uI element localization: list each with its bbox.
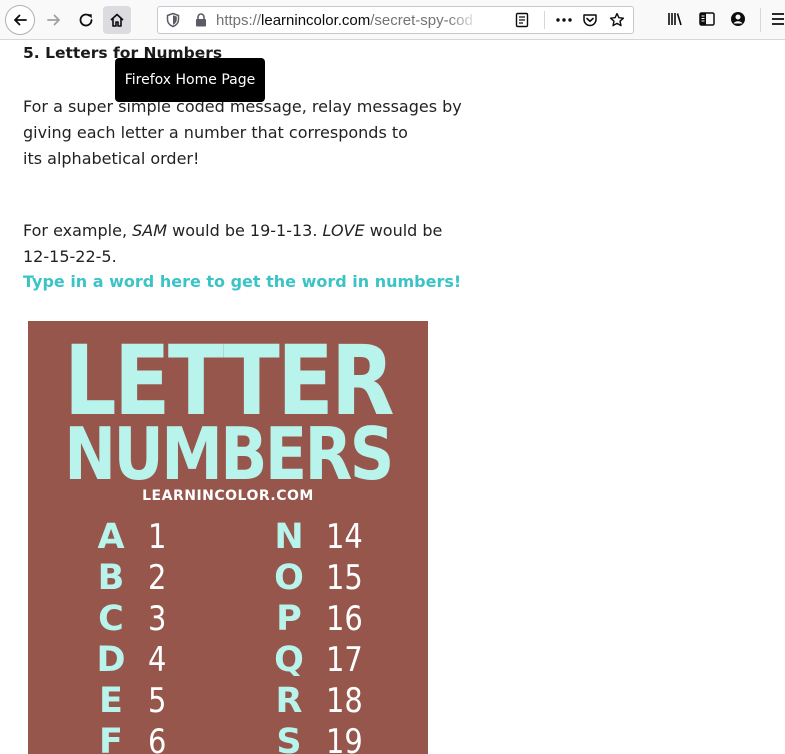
letter: R <box>275 681 303 721</box>
back-arrow-icon <box>14 14 27 26</box>
url-bar[interactable]: https://learnincolor.com/secret-spy-cod <box>157 6 634 34</box>
letter: O <box>274 558 304 598</box>
letter: C <box>98 599 124 639</box>
letter: F <box>99 722 123 754</box>
url-text[interactable]: https://learnincolor.com/secret-spy-cod <box>216 12 478 30</box>
letter: Q <box>274 640 304 680</box>
infographic-site: LEARNINCOLOR.COM <box>142 488 314 504</box>
intro-line: giving each letter a number that corresp… <box>23 123 408 142</box>
letter-number: 19 <box>326 722 363 754</box>
example-word-love: LOVE <box>322 221 365 240</box>
example-text: For example, <box>23 221 133 240</box>
url-fade <box>448 10 480 30</box>
letter-numbers-infographic: LETTER NUMBERS LEARNINCOLOR.COM A 1 B 2 … <box>28 321 428 754</box>
tracking-protection-shield-icon[interactable] <box>165 12 181 28</box>
letter: N <box>274 517 304 557</box>
url-scheme: https:// <box>216 12 262 29</box>
letter: E <box>99 681 123 721</box>
letter-number: 15 <box>326 558 363 598</box>
hamburger-menu-icon[interactable] <box>770 10 785 28</box>
letter-number: 5 <box>148 681 167 721</box>
library-icon[interactable] <box>666 10 684 28</box>
url-host: learnincolor.com <box>261 12 371 29</box>
letter: P <box>276 599 302 639</box>
example-text: would be 19-1-13. <box>167 221 323 240</box>
letter: D <box>96 640 126 680</box>
letter: A <box>97 517 125 557</box>
account-icon[interactable] <box>729 10 747 28</box>
letter-number: 16 <box>326 599 363 639</box>
url-divider <box>544 11 545 29</box>
letter-number: 17 <box>326 640 363 680</box>
letter-number: 14 <box>326 517 363 557</box>
reload-icon <box>79 13 93 27</box>
letter-number: 3 <box>148 599 167 639</box>
page-content: 5. Letters for Numbers For a super simpl… <box>0 40 785 754</box>
browser-toolbar: https://learnincolor.com/secret-spy-cod <box>0 0 785 40</box>
forward-button[interactable] <box>40 6 68 34</box>
reload-button[interactable] <box>72 6 100 34</box>
page-actions-menu-icon[interactable] <box>555 12 573 28</box>
letter-number: 2 <box>148 558 167 598</box>
intro-line: its alphabetical order! <box>23 149 200 168</box>
example-paragraph: For example, SAM would be 19-1-13. LOVE … <box>23 218 443 270</box>
infographic-title-line2: NUMBERS <box>64 412 394 496</box>
example-text: would be <box>364 221 443 240</box>
home-button-tooltip: Firefox Home Page <box>115 58 265 102</box>
example-line: 12-15-22-5. <box>23 247 117 266</box>
back-button[interactable] <box>5 5 35 35</box>
sidebar-icon[interactable] <box>698 10 716 28</box>
letter: B <box>97 558 125 598</box>
letter: S <box>276 722 302 754</box>
toolbar-divider <box>760 8 761 32</box>
letter-number: 1 <box>148 517 167 557</box>
letter-number: 6 <box>148 722 167 754</box>
home-button[interactable] <box>103 6 131 34</box>
letter-number: 18 <box>326 681 363 721</box>
bookmark-star-icon[interactable] <box>609 12 625 28</box>
reader-view-icon[interactable] <box>514 12 530 28</box>
example-word-sam: SAM <box>132 221 168 240</box>
home-icon <box>110 13 124 27</box>
forward-arrow-icon <box>47 14 60 26</box>
example-line: For example, SAM would be 19-1-13. LOVE … <box>23 218 443 244</box>
intro-paragraph: For a super simple coded message, relay … <box>23 94 462 172</box>
word-to-numbers-link[interactable]: Type in a word here to get the word in n… <box>23 269 461 295</box>
pocket-icon[interactable] <box>582 12 598 28</box>
lock-icon[interactable] <box>193 12 209 28</box>
letter-number: 4 <box>148 640 167 680</box>
